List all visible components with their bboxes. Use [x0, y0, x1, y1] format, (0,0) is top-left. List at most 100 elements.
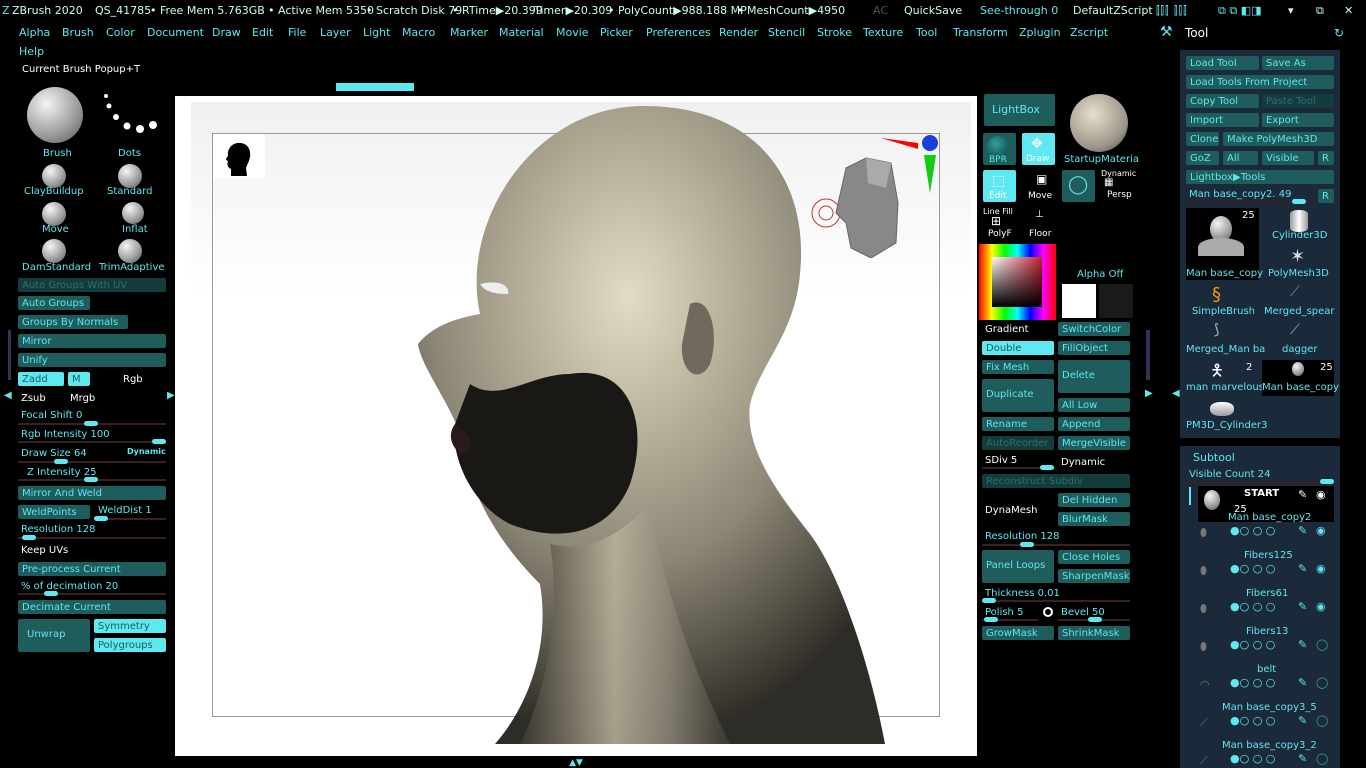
menu-alpha[interactable]: Alpha — [19, 26, 50, 39]
reconstruct-subdiv-button[interactable]: Reconstruct Subdiv — [982, 474, 1130, 488]
toggle-icon[interactable]: ●○ ○ ○ — [1230, 676, 1275, 689]
brush-icon[interactable]: ✎ — [1298, 638, 1307, 651]
unwrap-button[interactable]: Unwrap — [18, 619, 90, 652]
brush-icon[interactable]: ✎ — [1298, 676, 1307, 689]
toggle-icon[interactable]: ●○ ○ ○ — [1230, 638, 1275, 651]
eye-icon[interactable]: ◯ — [1316, 676, 1328, 689]
restore-icon[interactable]: ⧉ — [1316, 4, 1324, 18]
eye-icon[interactable]: ◯ — [1316, 714, 1328, 727]
thickness-slider[interactable] — [982, 598, 1130, 603]
tool-thumb-merged-spear[interactable]: ⟋ Merged_spear — [1262, 284, 1335, 320]
left-expand-icon[interactable]: ▶ — [167, 390, 175, 401]
groups-by-normals-button[interactable]: Groups By Normals — [18, 315, 128, 329]
menu-brush[interactable]: Brush — [62, 26, 94, 39]
append-button[interactable]: Append — [1058, 417, 1130, 431]
tool-thumb-polymesh3d[interactable]: ✶ PolyMesh3D — [1262, 246, 1334, 282]
dots-stroke-icon[interactable] — [100, 90, 160, 140]
brush-icon[interactable]: ✎ — [1298, 752, 1307, 765]
tool-r-button[interactable]: R — [1318, 189, 1334, 203]
zsub-button[interactable]: Zsub — [21, 393, 46, 404]
switchcolor-button[interactable]: SwitchColor — [1058, 322, 1130, 336]
weldpoints-button[interactable]: WeldPoints — [18, 505, 90, 519]
color-saturation-square[interactable] — [992, 257, 1042, 307]
lightbox-tools-button[interactable]: Lightbox▶Tools — [1186, 170, 1334, 184]
minimize-icon[interactable]: ▾ — [1288, 4, 1294, 17]
polish-toggle-icon[interactable] — [1043, 607, 1053, 617]
dynamesh-label[interactable]: DynaMesh — [985, 505, 1037, 516]
eye-icon[interactable]: ◯ — [1316, 752, 1328, 765]
panel-loops-button[interactable]: Panel Loops — [982, 550, 1054, 583]
menu-transform[interactable]: Transform — [953, 26, 1008, 39]
menu-toggle-icon[interactable]: ⫿⫿⫿ ⫿⫿⫿ — [1156, 4, 1188, 18]
mid-scrollbar[interactable] — [1146, 330, 1150, 380]
inflat-brush-icon[interactable] — [122, 202, 144, 224]
subtool-row[interactable]: ⬮ ●○ ○ ○ ✎ ◉ — [1198, 524, 1334, 542]
default-zscript-button[interactable]: DefaultZScript — [1073, 4, 1153, 17]
load-tools-from-project-button[interactable]: Load Tools From Project — [1186, 75, 1334, 89]
orientation-gizmo[interactable] — [806, 133, 941, 259]
eye-icon[interactable]: ◉ — [1316, 524, 1326, 537]
subtool-scrollbar[interactable] — [1189, 487, 1191, 505]
subtool-row[interactable]: ◠ ●○ ○ ○ ✎ ◯ — [1198, 676, 1334, 694]
polyf-button[interactable]: Line Fill ⊞ PolyF — [983, 207, 1017, 239]
resolution-slider[interactable] — [18, 535, 166, 540]
floor-button[interactable]: ⊥ Floor — [1025, 207, 1059, 239]
dynamic-subdiv-toggle[interactable]: Dynamic — [1061, 457, 1105, 468]
menu-layer[interactable]: Layer — [320, 26, 351, 39]
bevel-slider[interactable] — [1058, 617, 1130, 622]
toggle-icon[interactable]: ●○ ○ ○ — [1230, 714, 1275, 727]
symmetry-button[interactable]: Symmetry — [94, 619, 166, 633]
brush-icon[interactable]: ✎ — [1298, 562, 1307, 575]
subtool-row[interactable]: ⬮ ●○ ○ ○ ✎ ◉ — [1198, 562, 1334, 580]
goz-button[interactable]: GoZ — [1186, 151, 1219, 165]
menu-document[interactable]: Document — [147, 26, 204, 39]
color-picker[interactable] — [979, 244, 1056, 320]
left-collapse-icon[interactable]: ◀ — [4, 390, 12, 401]
auto-groups-uv-button[interactable]: Auto Groups With UV — [18, 278, 166, 292]
rename-button[interactable]: Rename — [982, 417, 1054, 431]
double-button[interactable]: Double — [982, 341, 1054, 355]
menu-render[interactable]: Render — [719, 26, 758, 39]
tool-panel-title[interactable]: Tool — [1185, 26, 1208, 40]
close-icon[interactable]: ✕ — [1344, 4, 1353, 17]
eye-icon[interactable]: ◉ — [1316, 562, 1326, 575]
menu-material[interactable]: Material — [499, 26, 544, 39]
brush-icon[interactable]: ✎ — [1298, 600, 1307, 613]
layout-icons[interactable]: ⧉ ⧉ ◧◨ — [1218, 4, 1262, 18]
menu-picker[interactable]: Picker — [600, 26, 633, 39]
polish-slider[interactable] — [982, 617, 1038, 622]
duplicate-button[interactable]: Duplicate — [982, 379, 1054, 412]
scroll-indicator[interactable] — [336, 83, 414, 91]
right-expand-icon[interactable]: ◀ — [1172, 388, 1180, 399]
left-scrollbar[interactable] — [8, 330, 11, 380]
growmask-button[interactable]: GrowMask — [982, 626, 1054, 640]
gradient-toggle[interactable]: Gradient — [985, 324, 1029, 335]
menu-edit[interactable]: Edit — [252, 26, 273, 39]
del-hidden-button[interactable]: Del Hidden — [1058, 493, 1130, 507]
keep-uvs-toggle[interactable]: Keep UVs — [21, 545, 68, 556]
menu-zplugin[interactable]: Zplugin — [1019, 26, 1061, 39]
decimation-slider[interactable] — [18, 591, 166, 596]
tool-thumb-man-marvelous[interactable]: 🯅 2 man marvelous — [1186, 360, 1264, 396]
sdiv-slider[interactable] — [982, 465, 1054, 470]
goz-all-button[interactable]: All — [1223, 151, 1258, 165]
trimadaptive-brush-icon[interactable] — [118, 239, 142, 263]
toggle-icon[interactable]: ●○ ○ ○ — [1230, 600, 1275, 613]
lightbox-button[interactable]: LightBox — [984, 94, 1055, 126]
menu-help[interactable]: Help — [19, 45, 44, 58]
tool-thumb-pm3d-cylinder[interactable]: PM3D_Cylinder3 — [1186, 398, 1268, 434]
save-as-button[interactable]: Save As — [1262, 56, 1334, 70]
mrgb-button[interactable]: Mrgb — [70, 393, 95, 404]
secondary-color-swatch[interactable] — [1099, 284, 1133, 318]
rgb-intensity-slider[interactable] — [18, 439, 166, 444]
goz-r-button[interactable]: R — [1318, 151, 1334, 165]
auto-groups-button[interactable]: Auto Groups — [18, 296, 90, 310]
bpr-button[interactable]: BPR — [983, 133, 1016, 165]
goz-visible-button[interactable]: Visible — [1262, 151, 1314, 165]
export-button[interactable]: Export — [1262, 113, 1334, 127]
eye-icon[interactable]: ◯ — [1316, 638, 1328, 651]
toggle-icon[interactable]: ●○ ○ ○ — [1230, 524, 1275, 537]
menu-movie[interactable]: Movie — [556, 26, 589, 39]
import-button[interactable]: Import — [1186, 113, 1259, 127]
dynamesh-resolution-slider[interactable] — [982, 542, 1130, 547]
